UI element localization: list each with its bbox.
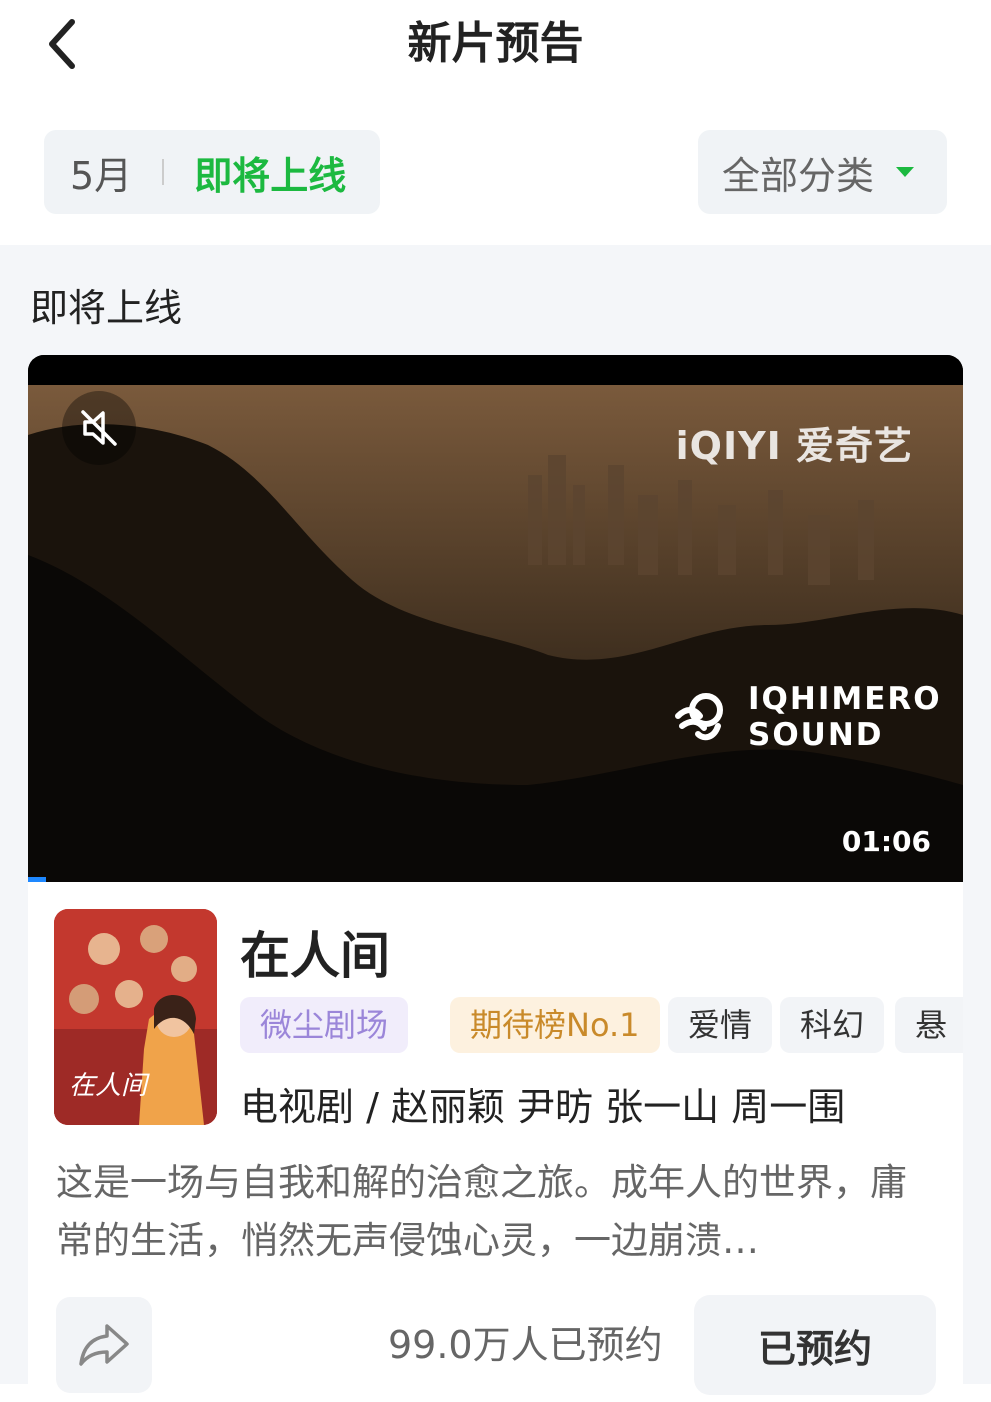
show-title[interactable]: 在人间 xyxy=(240,916,390,988)
tag-genre-truncated[interactable]: 悬 xyxy=(895,997,963,1053)
iqhimero-sound-logo: IQHIMERO SOUND xyxy=(668,681,942,753)
month-label[interactable]: 5月 xyxy=(70,145,132,200)
tag-genre-romance[interactable]: 爱情 xyxy=(668,997,773,1053)
category-dropdown[interactable]: 全部分类 xyxy=(698,130,947,214)
section-title: 即将上线 xyxy=(30,286,183,330)
top-bar: 新片预告 5月 即将上线 全部分类 xyxy=(0,0,991,245)
share-arrow-icon xyxy=(79,1324,129,1366)
category-label: 全部分类 xyxy=(722,153,875,198)
tag-theater[interactable]: 微尘剧场 xyxy=(240,997,409,1053)
volume-mute-icon xyxy=(81,410,117,446)
tag-ranking[interactable]: 期待榜No.1 xyxy=(450,997,660,1053)
caret-down-icon xyxy=(896,167,915,177)
trailer-video[interactable]: iQIYI 爱奇艺 IQHIMERO SOUND 01:06 xyxy=(28,355,963,882)
tab-divider xyxy=(162,159,165,185)
sound-wave-icon xyxy=(675,693,723,741)
sound-logo-line2: SOUND xyxy=(748,717,884,753)
poster-title-text: 在人间 xyxy=(69,1071,150,1101)
iqiyi-logo: iQIYI 爱奇艺 xyxy=(675,424,913,468)
feed: 即将上线 iQIYI 爱奇艺 IQHIMERO SOUND 01:06 在人间 … xyxy=(0,245,991,1402)
month-filter[interactable]: 5月 即将上线 xyxy=(44,130,380,214)
poster-image: 在人间 xyxy=(54,909,217,1125)
tag-list: 微尘剧场 期待榜No.1 爱情 科幻 悬 xyxy=(240,997,963,1053)
show-description: 这是一场与自我和解的治愈之旅。成年人的世界，庸常的生活，悄然无声侵蚀心灵，一边崩… xyxy=(56,1161,907,1262)
show-poster[interactable]: 在人间 xyxy=(54,909,217,1125)
show-card[interactable]: 在人间 在人间 微尘剧场 期待榜No.1 爱情 科幻 悬 电视剧 / 赵丽颖 尹… xyxy=(28,882,963,1402)
reserve-count: 99.0万人已预约 xyxy=(388,1323,663,1367)
sound-logo-line1: IQHIMERO xyxy=(748,681,942,717)
share-button[interactable] xyxy=(56,1297,152,1393)
page-title: 新片预告 xyxy=(407,18,584,69)
show-meta: 电视剧 / 赵丽颖 尹昉 张一山 周一围 xyxy=(240,1085,846,1129)
tag-genre-scifi[interactable]: 科幻 xyxy=(780,997,885,1053)
mute-button[interactable] xyxy=(62,391,136,465)
tab-upcoming[interactable]: 即将上线 xyxy=(194,145,346,200)
video-duration: 01:06 xyxy=(841,825,931,858)
reserved-button[interactable]: 已预约 xyxy=(694,1295,936,1395)
